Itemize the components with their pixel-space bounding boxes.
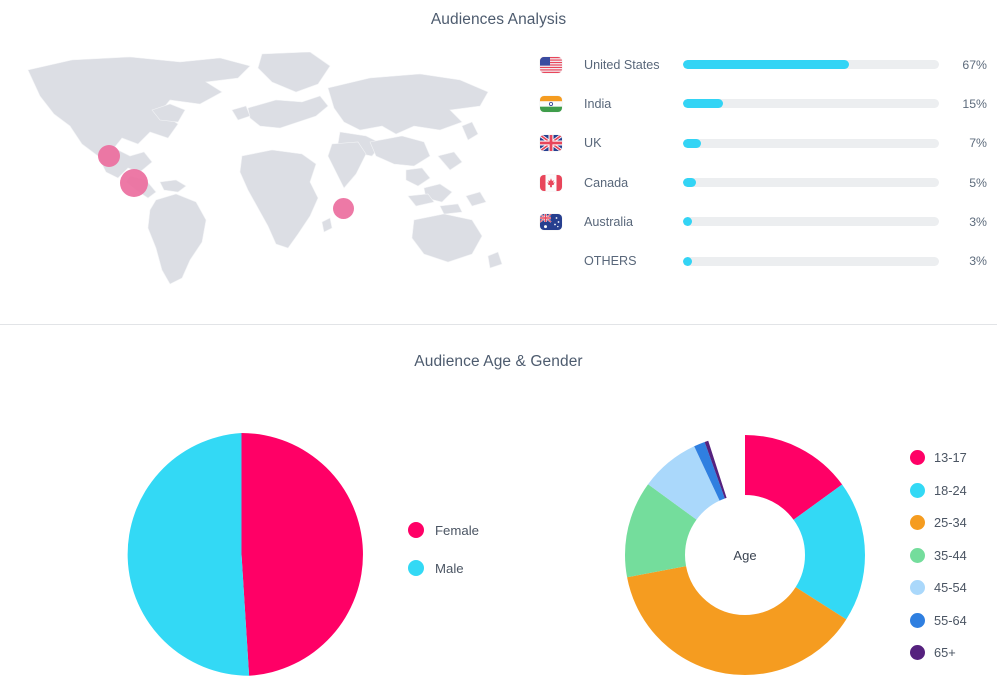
- country-name: UK: [584, 136, 602, 151]
- percent-label: 3%: [969, 254, 987, 269]
- percent-label: 15%: [962, 96, 987, 111]
- progress-fill: [683, 178, 696, 188]
- world-map-svg: [27, 52, 503, 285]
- legend-swatch-icon: [910, 482, 925, 498]
- legend-swatch-icon: [910, 450, 925, 465]
- country-name: India: [584, 96, 612, 111]
- country-name: United States: [584, 57, 660, 72]
- gender-legend: Female Male: [408, 522, 479, 598]
- progress-fill: [683, 256, 692, 266]
- legend-label: 55-64: [934, 612, 967, 628]
- age-donut-chart[interactable]: Age: [625, 435, 865, 675]
- page-title: Audiences Analysis: [430, 11, 567, 28]
- progress-track: [683, 178, 939, 188]
- audiences-analysis-panel: Audiences Analysis United States 67% Ind…: [0, 0, 997, 324]
- legend-swatch-icon: [910, 612, 925, 628]
- age-legend: 13-17 18-24 25-34 35-44 45-54 55-64 65+: [910, 450, 967, 678]
- gender-pie-svg: [127, 433, 363, 676]
- legend-item-65-plus[interactable]: 65+: [910, 645, 967, 660]
- table-row[interactable]: OTHERS 3%: [540, 241, 987, 280]
- legend-label: 35-44: [934, 547, 967, 563]
- legend-item-45-54[interactable]: 45-54: [910, 580, 967, 595]
- legend-item-35-44[interactable]: 35-44: [910, 547, 967, 563]
- legend-item-55-64[interactable]: 55-64: [910, 612, 967, 628]
- percent-label: 7%: [969, 136, 987, 151]
- map-bubble-united-states[interactable]: [120, 169, 148, 197]
- legend-item-male[interactable]: Male: [408, 560, 479, 576]
- progress-track: [683, 138, 939, 148]
- legend-item-25-34[interactable]: 25-34: [910, 515, 967, 530]
- map-bubble-canada[interactable]: [98, 145, 120, 167]
- legend-swatch-icon: [910, 645, 925, 660]
- legend-swatch-icon: [910, 515, 925, 530]
- legend-label: 45-54: [934, 580, 967, 595]
- country-name: OTHERS: [584, 254, 637, 269]
- legend-swatch-icon: [910, 547, 925, 563]
- flag-gb-icon: [540, 135, 562, 152]
- legend-swatch-icon: [408, 560, 424, 576]
- section-title: Audience Age & Gender: [414, 353, 583, 370]
- gender-pie-chart[interactable]: [120, 433, 363, 676]
- age-donut-svg: [625, 435, 865, 675]
- legend-label: 13-17: [934, 450, 967, 465]
- legend-item-18-24[interactable]: 18-24: [910, 482, 967, 498]
- pie-slice-male: [127, 433, 250, 676]
- country-breakdown-list: United States 67% India 15% UK 7% Canada…: [540, 45, 987, 281]
- world-map[interactable]: [10, 52, 510, 287]
- legend-swatch-icon: [910, 580, 925, 595]
- table-row[interactable]: Australia 3%: [540, 202, 987, 241]
- table-row[interactable]: India 15%: [540, 84, 987, 123]
- table-row[interactable]: United States 67%: [540, 45, 987, 84]
- country-name: Australia: [584, 214, 633, 229]
- legend-label: Female: [435, 522, 479, 538]
- progress-track: [683, 99, 939, 109]
- progress-track: [683, 60, 939, 70]
- table-row[interactable]: UK 7%: [540, 124, 987, 163]
- map-bubble-india[interactable]: [333, 198, 354, 219]
- table-row[interactable]: Canada 5%: [540, 163, 987, 202]
- flag-in-icon: [540, 95, 562, 112]
- percent-label: 67%: [962, 57, 987, 72]
- flag-au-icon: [540, 213, 562, 230]
- legend-label: 65+: [934, 645, 956, 660]
- flag-placeholder-icon: [540, 253, 562, 269]
- legend-label: 18-24: [934, 482, 967, 498]
- pie-slice-female: [241, 433, 363, 676]
- legend-item-female[interactable]: Female: [408, 522, 479, 538]
- progress-track: [683, 217, 939, 227]
- progress-fill: [683, 99, 723, 109]
- progress-fill: [683, 138, 702, 148]
- flag-us-icon: [540, 56, 562, 73]
- progress-fill: [683, 217, 692, 227]
- percent-label: 5%: [969, 175, 987, 190]
- legend-label: 25-34: [934, 515, 967, 530]
- legend-item-13-17[interactable]: 13-17: [910, 450, 967, 465]
- legend-label: Male: [435, 560, 464, 576]
- progress-track: [683, 256, 939, 266]
- percent-label: 3%: [969, 214, 987, 229]
- legend-swatch-icon: [408, 522, 424, 538]
- country-name: Canada: [584, 175, 629, 190]
- progress-fill: [683, 60, 850, 70]
- flag-ca-icon: [540, 174, 562, 191]
- audience-age-gender-panel: Audience Age & Gender Female Male Age 13…: [0, 325, 997, 696]
